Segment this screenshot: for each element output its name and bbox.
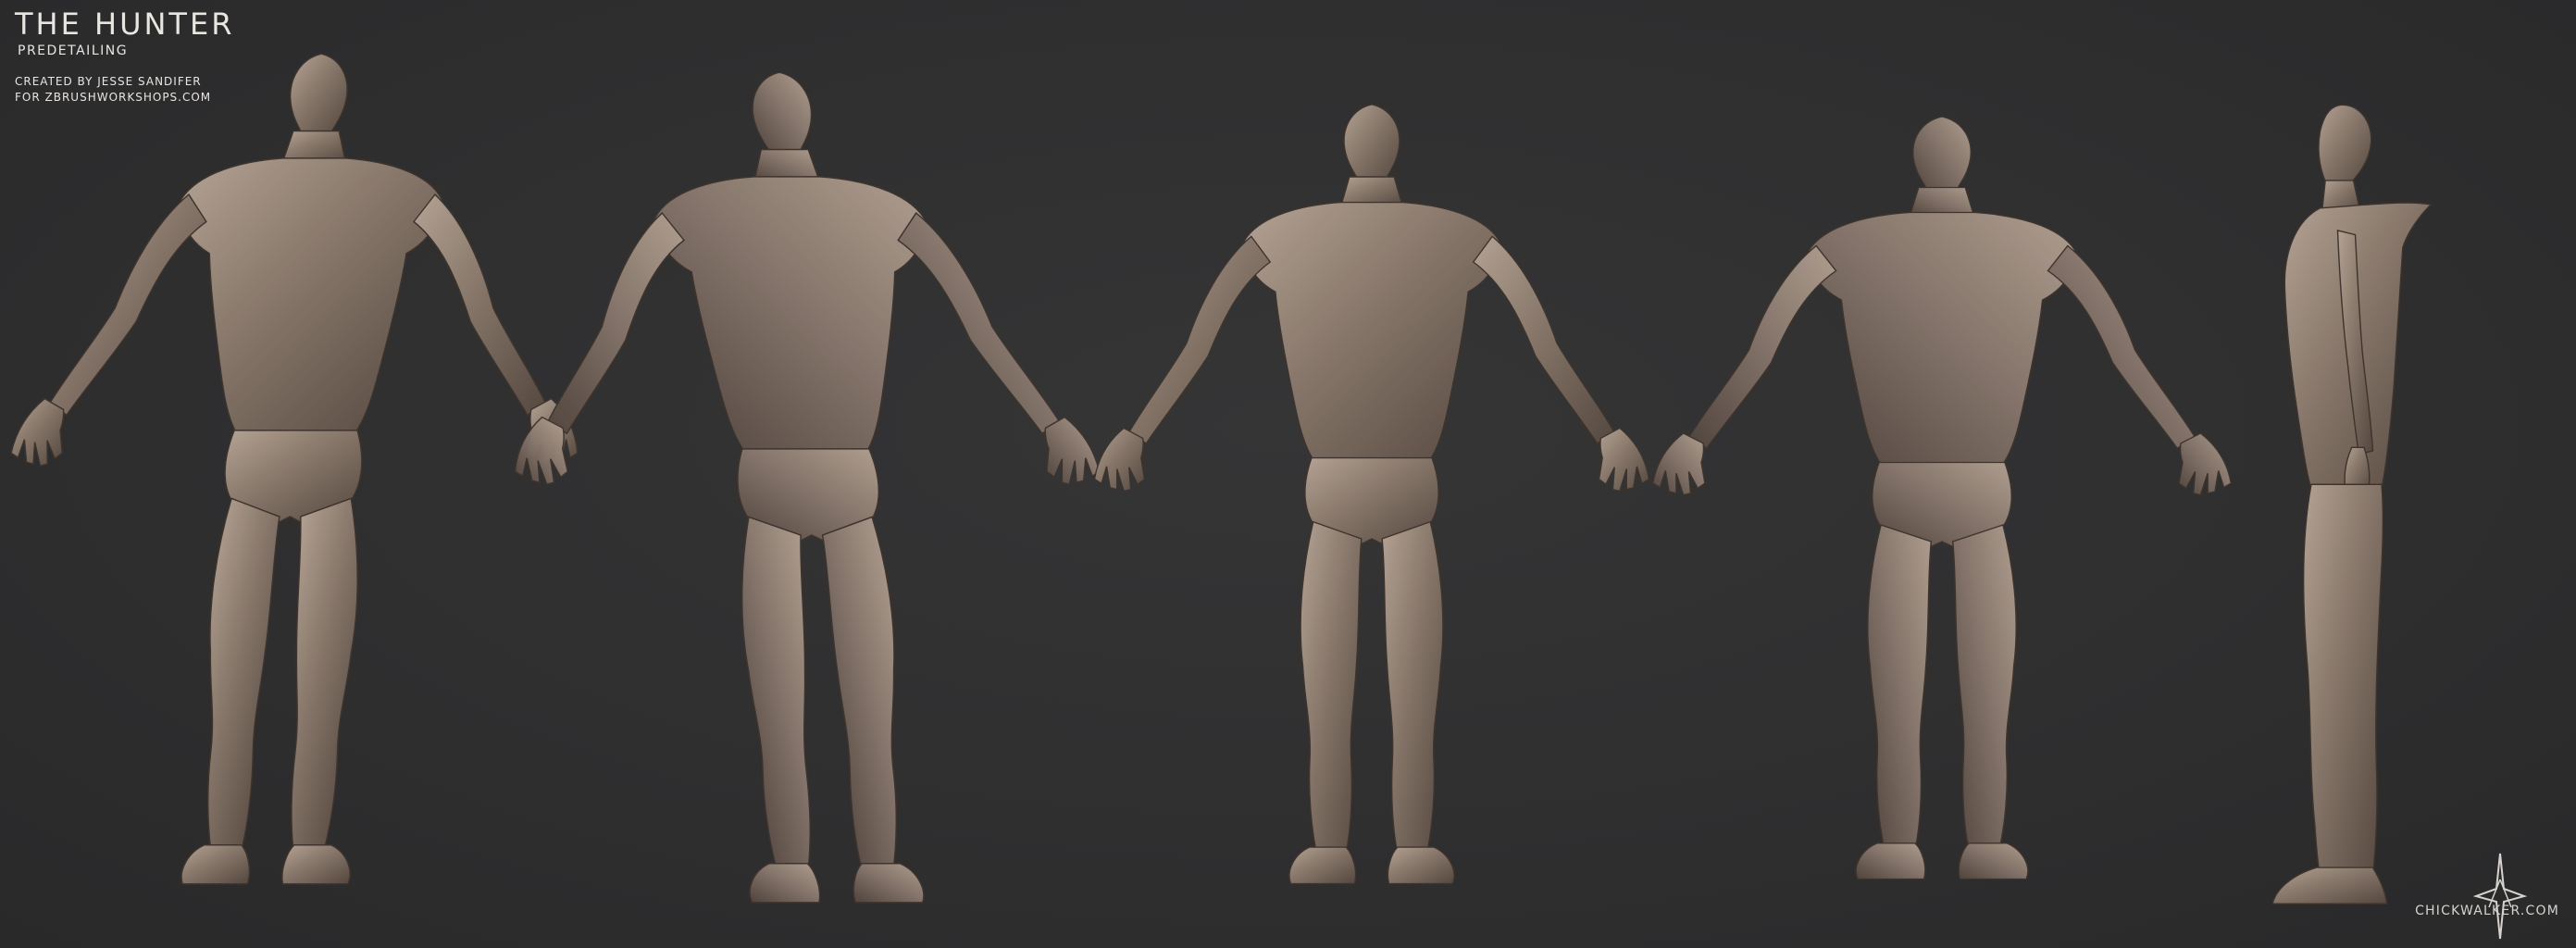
figure-three-quarter-back: [486, 71, 1130, 904]
figure-front: [1093, 104, 1650, 885]
credits: CREATED BY JESSE SANDIFER FOR ZBRUSHWORK…: [15, 74, 234, 106]
watermark-text: CHICKWALKER.COM: [2415, 904, 2559, 918]
model-turnaround: [0, 53, 2432, 904]
figure-three-quarter-front: [0, 53, 605, 885]
watermark: CHICKWALKER.COM: [2415, 904, 2559, 918]
render-canvas: THE HUNTER PREDETAILING CREATED BY JESSE…: [0, 0, 2576, 948]
figure-back: [1651, 116, 2233, 880]
credit-line-author: CREATED BY JESSE SANDIFER: [15, 75, 202, 88]
credit-line-site: FOR ZBRUSHWORKSHOPS.COM: [15, 91, 212, 104]
title-block: THE HUNTER PREDETAILING CREATED BY JESSE…: [15, 6, 234, 106]
chickwalker-logo-icon: [2472, 853, 2528, 940]
page-title: THE HUNTER: [15, 6, 235, 42]
page-subtitle: PREDETAILING: [18, 44, 129, 58]
figure-side: [2271, 104, 2432, 904]
